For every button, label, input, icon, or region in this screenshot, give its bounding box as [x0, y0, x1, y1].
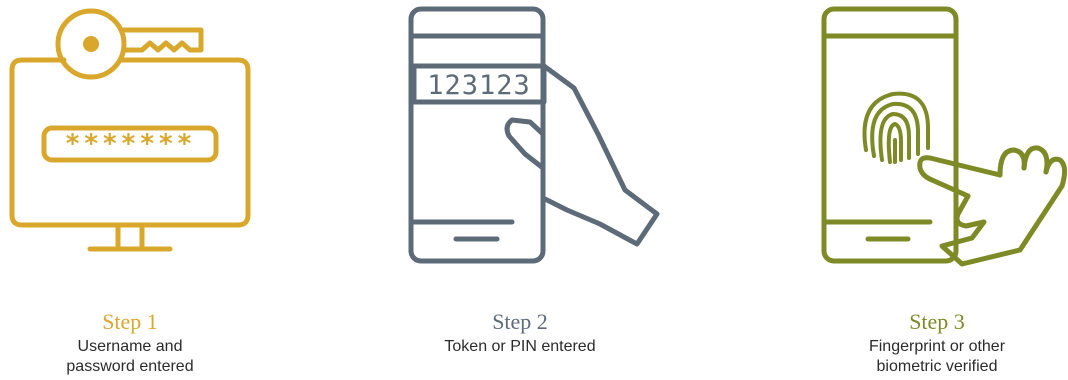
key-hole	[83, 36, 99, 52]
step-1-title: Step 1	[102, 309, 158, 334]
hand-thumb	[504, 117, 546, 171]
hand-palm	[939, 183, 1065, 267]
step-icons: ******* 123123	[9, 6, 1068, 267]
hand-palm	[540, 63, 660, 247]
phone-token-hand-icon	[408, 6, 660, 264]
step-2-description: Token or PIN entered	[444, 338, 596, 355]
key-shaft	[121, 27, 204, 53]
step-3-title: Step 3	[909, 309, 965, 334]
knuckle-1	[997, 147, 1027, 178]
fingerprint-icon	[862, 91, 930, 164]
monitor-stand	[115, 223, 145, 250]
step-1-description: Username and password entered	[66, 338, 194, 375]
index-finger	[917, 155, 1003, 199]
knuckle-2	[1021, 145, 1050, 175]
pointing-hand-icon	[917, 145, 1068, 267]
mfa-steps-diagram: ******* 123123 Step 1 Username and passw…	[0, 0, 1068, 380]
step-2-title: Step 2	[492, 309, 548, 334]
password-mask: *******	[65, 129, 196, 159]
token-code: 123123	[427, 70, 531, 101]
step-3-description: Fingerprint or other biometric verified	[868, 338, 1006, 375]
knuckle-3	[1043, 156, 1068, 189]
